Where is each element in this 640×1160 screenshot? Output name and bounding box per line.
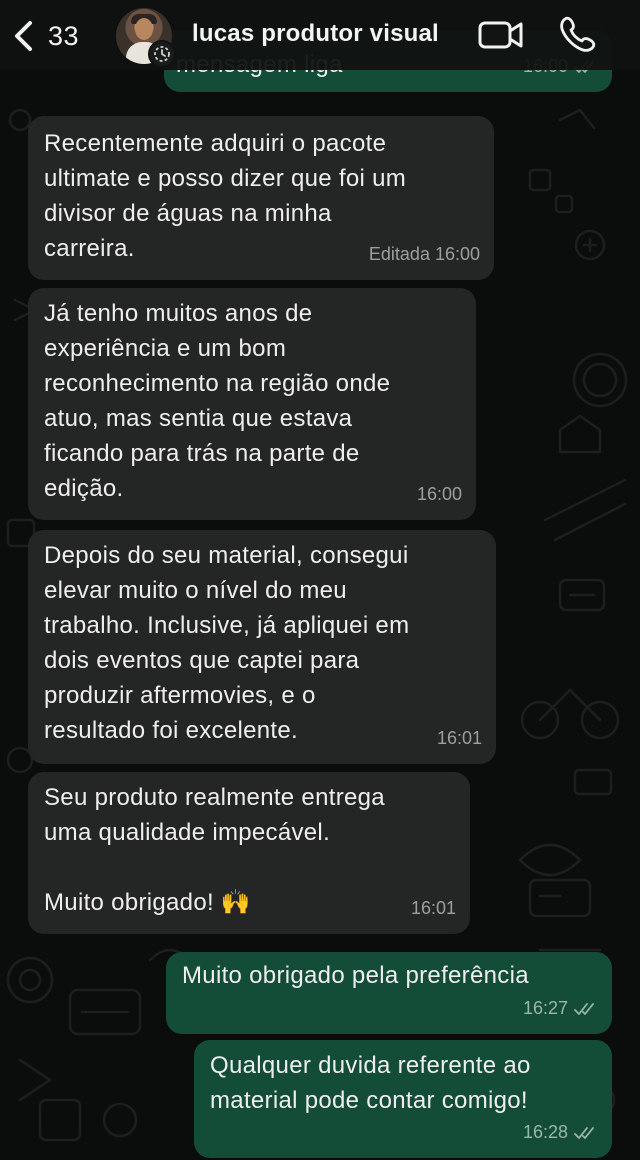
message-meta: 16:00	[417, 477, 462, 512]
message-meta: 16:01	[437, 721, 482, 756]
message-text: Depois do seu material, consegui elevar …	[44, 542, 410, 744]
double-check-icon	[574, 1126, 594, 1139]
message-meta: 16:27	[523, 991, 598, 1026]
message-bubble-incoming[interactable]: Depois do seu material, consegui elevar …	[28, 530, 496, 764]
double-check-icon	[574, 1002, 594, 1015]
message-meta: 16:01	[411, 891, 456, 926]
message-bubble-incoming[interactable]: Seu produto realmente entrega uma qualid…	[28, 772, 470, 934]
message-text: Qualquer duvida referente ao material po…	[210, 1052, 531, 1114]
message-time: 16:00	[416, 484, 462, 504]
video-camera-icon	[478, 21, 523, 49]
unread-count: 33	[48, 20, 80, 51]
message-bubble-incoming[interactable]: Já tenho muitos anos de experiência e um…	[28, 288, 476, 520]
message-time: 16:01	[436, 728, 482, 748]
chat-header: 33 lucas produtor visual	[0, 0, 640, 70]
message-text: Já tenho muitos anos de experiência e um…	[44, 300, 391, 502]
message-bubble-incoming[interactable]: Recentemente adquiri o pacote ultimate e…	[28, 116, 494, 280]
raised-hands-emoji: 🙌	[220, 889, 252, 916]
message-bubble-outgoing[interactable]: Qualquer duvida referente ao material po…	[194, 1040, 612, 1158]
message-meta: Editada 16:00	[369, 237, 480, 272]
message-text: Muito obrigado pela preferência	[182, 962, 529, 989]
message-text-wrapper: Seu produto realmente entrega uma qualid…	[44, 780, 454, 920]
status-ring-icon	[148, 40, 176, 68]
message-time: 16:27	[522, 998, 568, 1018]
message-time: Editada 16:00	[368, 244, 480, 264]
message-bubble-outgoing[interactable]: Muito obrigado pela preferência 16:27	[166, 952, 612, 1034]
message-text: Seu produto realmente entrega uma qualid…	[44, 784, 385, 916]
message-time: 16:01	[410, 898, 456, 918]
voice-call-button[interactable]	[556, 14, 598, 56]
video-call-button[interactable]	[476, 14, 526, 56]
message-meta: 16:28	[523, 1115, 598, 1150]
back-button[interactable]: 33	[12, 16, 82, 56]
phone-icon	[560, 16, 596, 52]
chevron-left-icon	[15, 21, 32, 51]
contact-name[interactable]: lucas produtor visual	[192, 20, 439, 48]
message-time: 16:28	[522, 1122, 568, 1142]
